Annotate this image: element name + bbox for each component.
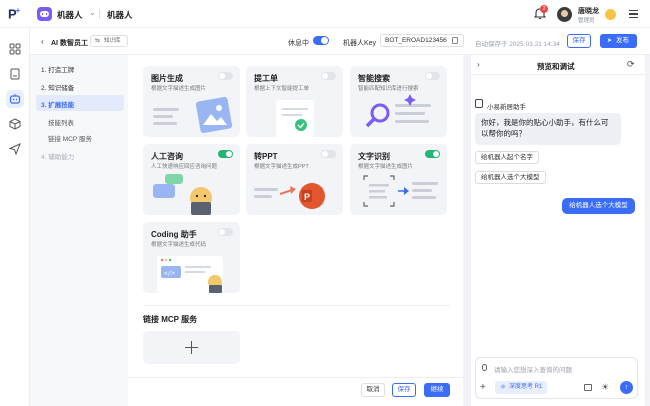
deep-think-toggle[interactable]: 深度思考 R1 bbox=[495, 381, 548, 394]
svg-text:</>: </> bbox=[164, 270, 175, 277]
skill-title: 图片生成 bbox=[151, 74, 183, 83]
send-button[interactable]: ↑ bbox=[620, 381, 633, 394]
step-1[interactable]: 1. 打造工牌 bbox=[41, 64, 74, 74]
bot-name: 小易新居助手 bbox=[487, 104, 526, 111]
suggestion-chip[interactable]: 给机器人选个大模型 bbox=[475, 171, 546, 184]
user-name: 唐晓龙 bbox=[578, 8, 599, 15]
substep-skill-list[interactable]: 技能列表 bbox=[48, 117, 74, 127]
skill-card-ocr[interactable]: 文字识别 根据文字描述生成图片 bbox=[350, 144, 447, 215]
step-2[interactable]: 2. 知识储备 bbox=[41, 82, 74, 92]
skill-toggle[interactable] bbox=[218, 150, 233, 158]
skill-desc: 人工快速响应回应咨询问题 bbox=[151, 164, 218, 170]
skill-toggle[interactable] bbox=[321, 72, 336, 80]
ocr-illustration bbox=[363, 175, 438, 207]
skill-toggle[interactable] bbox=[218, 228, 233, 236]
skill-card-ppt[interactable]: 转PPT 根据文字描述生成PPT P bbox=[246, 144, 343, 215]
app-logo[interactable]: P+ bbox=[8, 6, 20, 21]
page-title: AI 数智员工 bbox=[51, 40, 88, 47]
suggestion-chip[interactable]: 给机器人起个名字 bbox=[475, 151, 539, 164]
robot-key-label: 机器人Key bbox=[343, 40, 377, 47]
skill-desc: 根据文字描述生成图片 bbox=[151, 86, 207, 92]
save-button[interactable]: 保存 bbox=[567, 34, 591, 48]
search-illustration bbox=[365, 94, 431, 128]
ppt-illustration: P bbox=[254, 183, 325, 209]
divider bbox=[99, 9, 100, 19]
skill-desc: 根据文字描述生成代码 bbox=[151, 242, 207, 248]
grid-icon[interactable] bbox=[9, 43, 21, 55]
skill-title: Coding 助手 bbox=[151, 230, 197, 239]
vip-crown-icon[interactable] bbox=[605, 9, 616, 20]
send-icon[interactable] bbox=[9, 143, 21, 155]
skill-toggle[interactable] bbox=[425, 150, 440, 158]
continue-button[interactable]: 继续 bbox=[424, 383, 450, 397]
plus-icon[interactable]: + bbox=[480, 382, 486, 393]
knowledge-base-button[interactable]: 知识库 bbox=[90, 35, 128, 47]
skill-card-human-consult[interactable]: 人工咨询 人工快速响应回应咨询问题 bbox=[143, 144, 240, 215]
chevron-right-icon[interactable]: › bbox=[477, 60, 480, 69]
substep-mcp[interactable]: 链接 MCP 服务 bbox=[48, 133, 92, 143]
skill-title: 智能搜索 bbox=[358, 74, 390, 83]
human-consult-illustration bbox=[153, 174, 212, 215]
publish-button[interactable]: 发布 bbox=[600, 34, 637, 48]
ticket-illustration bbox=[276, 100, 314, 137]
skill-title: 转PPT bbox=[254, 152, 278, 161]
chevron-down-icon[interactable]: ⌄ bbox=[89, 8, 96, 17]
sun-icon[interactable]: ☀ bbox=[601, 382, 609, 393]
bot-icon bbox=[475, 99, 483, 108]
cube-icon[interactable] bbox=[9, 118, 21, 130]
skill-card-coding[interactable]: Coding 助手 根据文字描述生成代码 </> bbox=[143, 222, 240, 293]
image-icon[interactable] bbox=[584, 384, 592, 391]
user-message: 给机器人选个大模型 bbox=[562, 198, 635, 214]
avatar[interactable] bbox=[557, 7, 572, 22]
book-icon[interactable] bbox=[9, 68, 21, 80]
skill-title: 文字识别 bbox=[358, 152, 390, 161]
autosave-status: 自动保存于 2025.03.21 14:34 bbox=[475, 41, 560, 48]
add-mcp-button[interactable] bbox=[143, 331, 240, 364]
refresh-icon[interactable]: ⟳ bbox=[627, 59, 635, 70]
skill-toggle[interactable] bbox=[425, 72, 440, 80]
skill-toggle[interactable] bbox=[218, 72, 233, 80]
step-4[interactable]: 4. 辅助能力 bbox=[41, 151, 74, 161]
user-role: 管理员 bbox=[578, 18, 595, 24]
skill-desc: 智能匹配知识库进行搜索 bbox=[358, 86, 419, 92]
cancel-button[interactable]: 取消 bbox=[361, 383, 385, 397]
skill-desc: 根据文字描述生成PPT bbox=[254, 164, 309, 170]
skill-title: 提工单 bbox=[254, 74, 278, 83]
image-gen-illustration bbox=[153, 96, 233, 134]
skill-card-image-gen[interactable]: 图片生成 根据文字描述生成图片 bbox=[143, 66, 240, 137]
rest-toggle[interactable] bbox=[313, 36, 329, 45]
skill-card-smart-search[interactable]: 智能搜索 智能匹配知识库进行搜索 bbox=[350, 66, 447, 137]
coding-illustration: </> bbox=[157, 256, 223, 293]
back-arrow-icon[interactable]: ‹ bbox=[41, 37, 44, 46]
skill-title: 人工咨询 bbox=[151, 152, 183, 161]
skill-desc: 根据文字描述生成图片 bbox=[358, 164, 414, 170]
robot-breadcrumb: 机器人 bbox=[107, 10, 133, 20]
save-button[interactable]: 保存 bbox=[392, 383, 416, 397]
left-rail bbox=[0, 28, 30, 406]
rest-label: 休息中 bbox=[288, 40, 309, 47]
robot-icon[interactable] bbox=[9, 93, 21, 105]
microphone-icon[interactable] bbox=[482, 364, 487, 371]
skill-card-ticket[interactable]: 提工单 根据上下文智能提工单 bbox=[246, 66, 343, 137]
skill-desc: 根据上下文智能提工单 bbox=[254, 86, 310, 92]
robot-avatar-icon bbox=[37, 7, 52, 21]
svg-text:P: P bbox=[304, 192, 310, 202]
top-bar bbox=[0, 0, 650, 28]
step-3[interactable]: 3. 扩展技能 bbox=[41, 99, 74, 109]
hamburger-menu-icon[interactable] bbox=[629, 10, 638, 18]
bot-message: 你好，我是你的贴心小助手，有什么可以帮你的吗？ bbox=[475, 113, 621, 145]
mcp-section-title: 链接 MCP 服务 bbox=[143, 315, 198, 324]
chat-input[interactable]: 请输入您想深入查询的问题 bbox=[494, 364, 572, 374]
notification-badge: 2 bbox=[540, 5, 548, 13]
divider bbox=[143, 305, 450, 306]
skill-toggle[interactable] bbox=[321, 150, 336, 158]
robot-selector[interactable]: 机器人 bbox=[57, 9, 83, 21]
preview-title: 预览和调试 bbox=[537, 62, 575, 71]
copy-icon[interactable] bbox=[452, 37, 458, 44]
